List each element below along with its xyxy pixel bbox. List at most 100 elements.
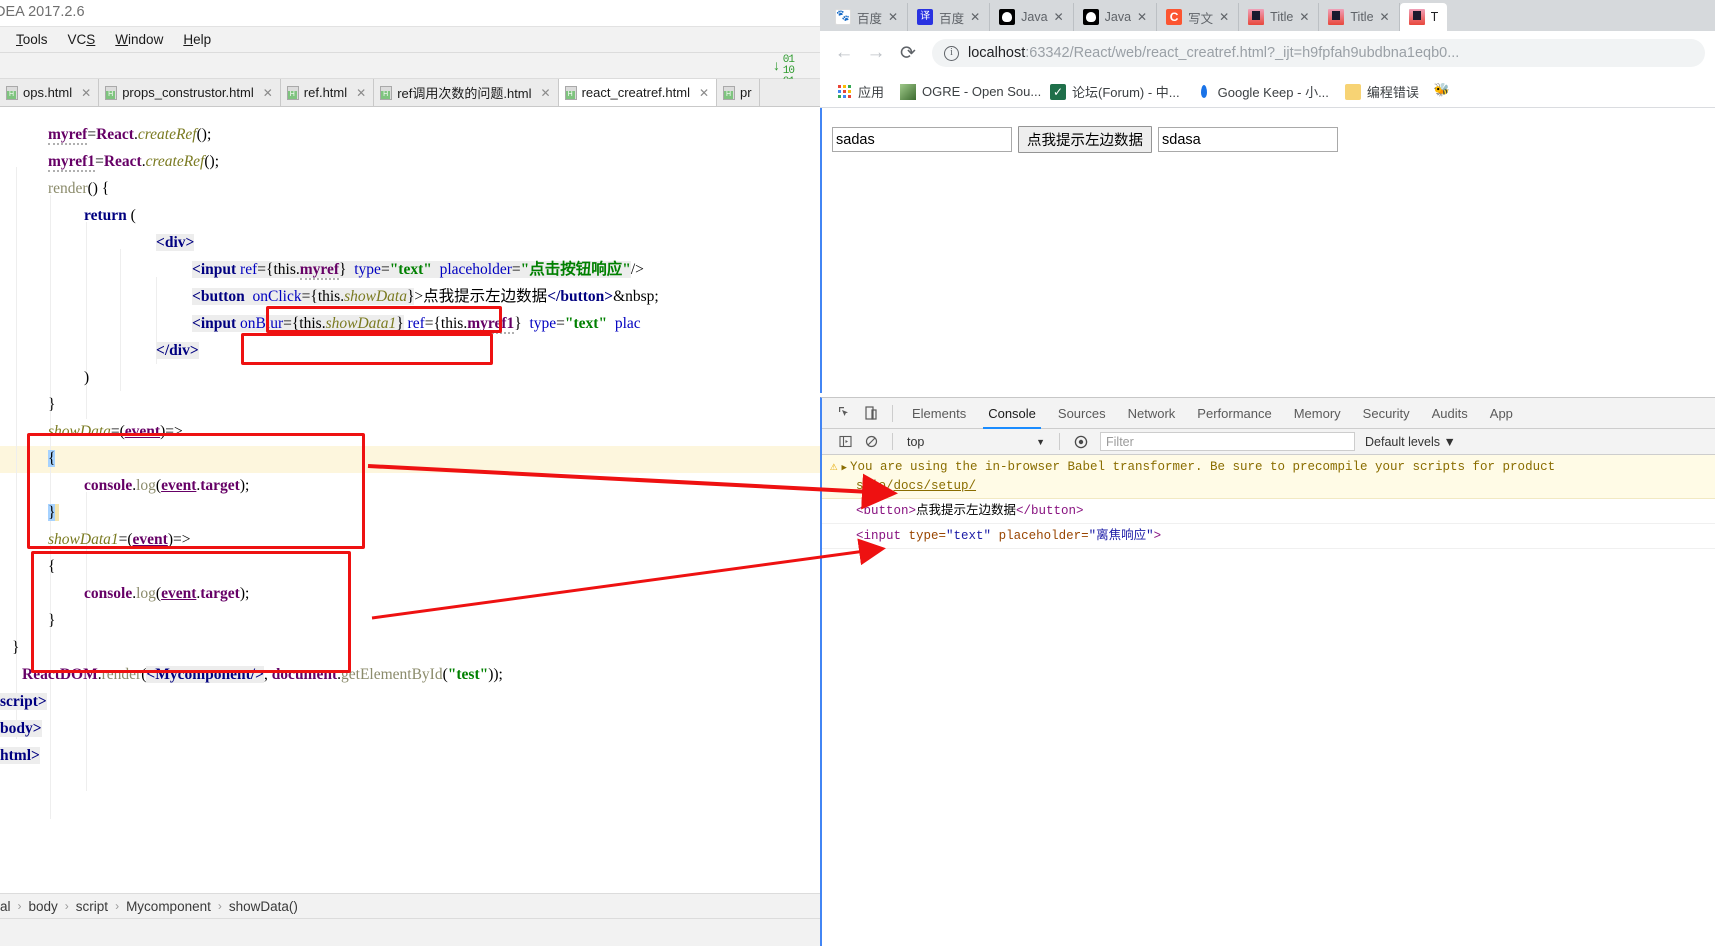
address-bar[interactable]: i localhost:63342/React/web/react_creatr… <box>932 39 1705 67</box>
console-output[interactable]: ⚠ ▶ You are using the in-browser Babel tra… <box>822 455 1715 917</box>
execution-context-select[interactable]: top ▼ <box>901 435 1051 449</box>
close-icon[interactable]: ✕ <box>1219 10 1229 24</box>
download-arrow-icon[interactable]: ↓ <box>773 57 780 73</box>
page-info-icon[interactable]: i <box>944 45 959 61</box>
url-path: :63342/React/web/react_creatref.html?_ij… <box>1025 45 1460 61</box>
console-warning-message[interactable]: ⚠ ▶ You are using the in-browser Babel tra… <box>822 455 1715 499</box>
editor-source-text[interactable]: myref=React.createRef(); myref1=React.cr… <box>0 121 659 769</box>
address-bar-url: localhost:63342/React/web/react_creatref… <box>968 45 1459 61</box>
tab-elements[interactable]: Elements <box>901 398 977 429</box>
close-icon[interactable]: ✕ <box>888 10 898 24</box>
tab-audits[interactable]: Audits <box>1421 398 1479 429</box>
browser-tab-csdn[interactable]: C 写文 ✕ <box>1157 3 1240 31</box>
browser-tab-baidu[interactable]: 百度 ✕ <box>826 3 909 31</box>
tab-network[interactable]: Network <box>1117 398 1187 429</box>
editor-tab-label: ops.html <box>23 85 73 100</box>
log-levels-select[interactable]: Default levels ▼ <box>1365 435 1456 449</box>
close-icon[interactable]: ✕ <box>1054 10 1064 24</box>
chrome-tab-strip[interactable]: 百度 ✕ 译 百度 ✕ Java ✕ Java ✕ C 写文 ✕ Title ✕ <box>820 0 1715 31</box>
browser-tab-label: Title <box>1270 10 1294 24</box>
expand-triangle-icon[interactable]: ▶ <box>842 463 847 473</box>
bookmarks-bar[interactable]: 应用 OGRE - Open Sou... ✓ 论坛(Forum) - 中...… <box>820 76 1715 108</box>
console-filter-input[interactable]: Filter <box>1100 432 1355 451</box>
show-data-button[interactable]: 点我提示左边数据 <box>1018 126 1152 153</box>
tab-console[interactable]: Console <box>977 398 1047 429</box>
menu-vcs[interactable]: VCS <box>68 32 96 47</box>
console-settings-eye-icon[interactable] <box>1068 429 1094 455</box>
devtools-tab-bar[interactable]: Elements Console Sources Network Perform… <box>822 398 1715 429</box>
bookmark-bee[interactable] <box>1427 81 1465 103</box>
input-click-response[interactable] <box>832 127 1012 152</box>
editor-tab[interactable]: ref.html ✕ <box>280 79 375 106</box>
breadcrumb-item[interactable]: script <box>76 899 108 914</box>
menu-help[interactable]: Help <box>183 32 211 47</box>
apps-grid-icon <box>838 84 852 99</box>
editor-tab[interactable]: pr <box>717 79 760 106</box>
babel-setup-link[interactable]: docs/setup/ <box>894 479 977 493</box>
bookmark-google-keep[interactable]: Google Keep - 小... <box>1188 79 1337 104</box>
tab-sources[interactable]: Sources <box>1047 398 1117 429</box>
tab-memory[interactable]: Memory <box>1283 398 1352 429</box>
ide-window-title: elliJ IDEA 2017.2.6 <box>0 4 85 20</box>
breadcrumb-item[interactable]: al <box>0 899 11 914</box>
menu-tools[interactable]: Tools <box>16 32 48 47</box>
chevron-down-icon: ▼ <box>1036 436 1045 447</box>
ogre-icon <box>900 83 917 100</box>
browser-tab-label: Java <box>1021 10 1048 24</box>
editor-tab[interactable]: ref调用次数的问题.html ✕ <box>374 79 559 106</box>
html-file-icon <box>380 85 393 100</box>
browser-tab-baidu-fanyi[interactable]: 译 百度 ✕ <box>908 3 991 31</box>
close-icon[interactable]: ✕ <box>1299 10 1309 24</box>
editor-tab-active[interactable]: react_creatref.html ✕ <box>558 79 718 106</box>
bookmark-folder-programming-errors[interactable]: 编程错误 <box>1337 79 1427 104</box>
intellij-idea-window: elliJ IDEA 2017.2.6 Tools VCS Window Hel… <box>0 0 820 946</box>
forward-icon[interactable]: → <box>862 39 890 67</box>
bookmark-ogre[interactable]: OGRE - Open Sou... <box>892 81 1042 103</box>
divider <box>892 433 893 450</box>
breadcrumb-item[interactable]: body <box>29 899 58 914</box>
tab-performance[interactable]: Performance <box>1186 398 1282 429</box>
url-host: localhost <box>968 45 1026 61</box>
editor-tab[interactable]: props_construstor.html ✕ <box>99 79 281 106</box>
close-icon[interactable]: ✕ <box>263 86 273 100</box>
code-editor[interactable]: myref=React.createRef(); myref1=React.cr… <box>0 107 820 919</box>
browser-tab-active[interactable]: T <box>1399 3 1448 31</box>
breadcrumb[interactable]: al › body › script › Mycomponent › showD… <box>0 893 820 919</box>
browser-tab-title-2[interactable]: Title ✕ <box>1319 3 1400 31</box>
console-warning-text: You are using the in-browser Babel trans… <box>849 460 1556 474</box>
close-icon[interactable]: ✕ <box>81 86 91 100</box>
bookmark-apps[interactable]: 应用 <box>830 79 892 104</box>
breadcrumb-item[interactable]: Mycomponent <box>126 899 211 914</box>
log-attr-value-placeholder: "离焦响应" <box>1088 529 1154 543</box>
close-icon[interactable]: ✕ <box>699 86 709 100</box>
close-icon[interactable]: ✕ <box>970 10 980 24</box>
log-levels-value: Default levels <box>1365 434 1441 449</box>
close-icon[interactable]: ✕ <box>541 86 551 100</box>
log-attr-name-placeholder: placeholder= <box>998 529 1089 543</box>
html-page-icon <box>1248 9 1265 25</box>
inspect-element-icon[interactable] <box>832 400 858 426</box>
close-icon[interactable]: ✕ <box>1380 10 1390 24</box>
browser-tab-java-1[interactable]: Java ✕ <box>990 3 1074 31</box>
tab-application[interactable]: App <box>1479 398 1524 429</box>
browser-tab-java-2[interactable]: Java ✕ <box>1074 3 1158 31</box>
tab-security[interactable]: Security <box>1352 398 1421 429</box>
console-sidebar-icon[interactable] <box>832 429 858 455</box>
breadcrumb-item[interactable]: showData() <box>229 899 298 914</box>
editor-tab[interactable]: ops.html ✕ <box>0 79 100 106</box>
reload-icon[interactable]: ⟳ <box>894 39 922 67</box>
console-log-message-button[interactable]: <button>点我提示左边数据</button> <box>822 499 1715 524</box>
bookmark-forum[interactable]: ✓ 论坛(Forum) - 中... <box>1042 79 1188 104</box>
browser-tab-title-1[interactable]: Title ✕ <box>1239 3 1320 31</box>
input-blur-response[interactable] <box>1158 127 1338 152</box>
forum-check-icon: ✓ <box>1050 83 1067 100</box>
device-toolbar-icon[interactable] <box>858 400 884 426</box>
console-log-message-input[interactable]: <input type="text" placeholder="离焦响应"> <box>822 524 1715 549</box>
menu-window[interactable]: Window <box>115 32 163 47</box>
close-icon[interactable]: ✕ <box>1137 10 1147 24</box>
back-icon[interactable]: ← <box>830 39 858 67</box>
clear-console-icon[interactable] <box>858 429 884 455</box>
html-file-icon <box>564 85 577 100</box>
close-icon[interactable]: ✕ <box>356 86 366 100</box>
ide-editor-tabs[interactable]: ops.html ✕ props_construstor.html ✕ ref.… <box>0 79 820 107</box>
